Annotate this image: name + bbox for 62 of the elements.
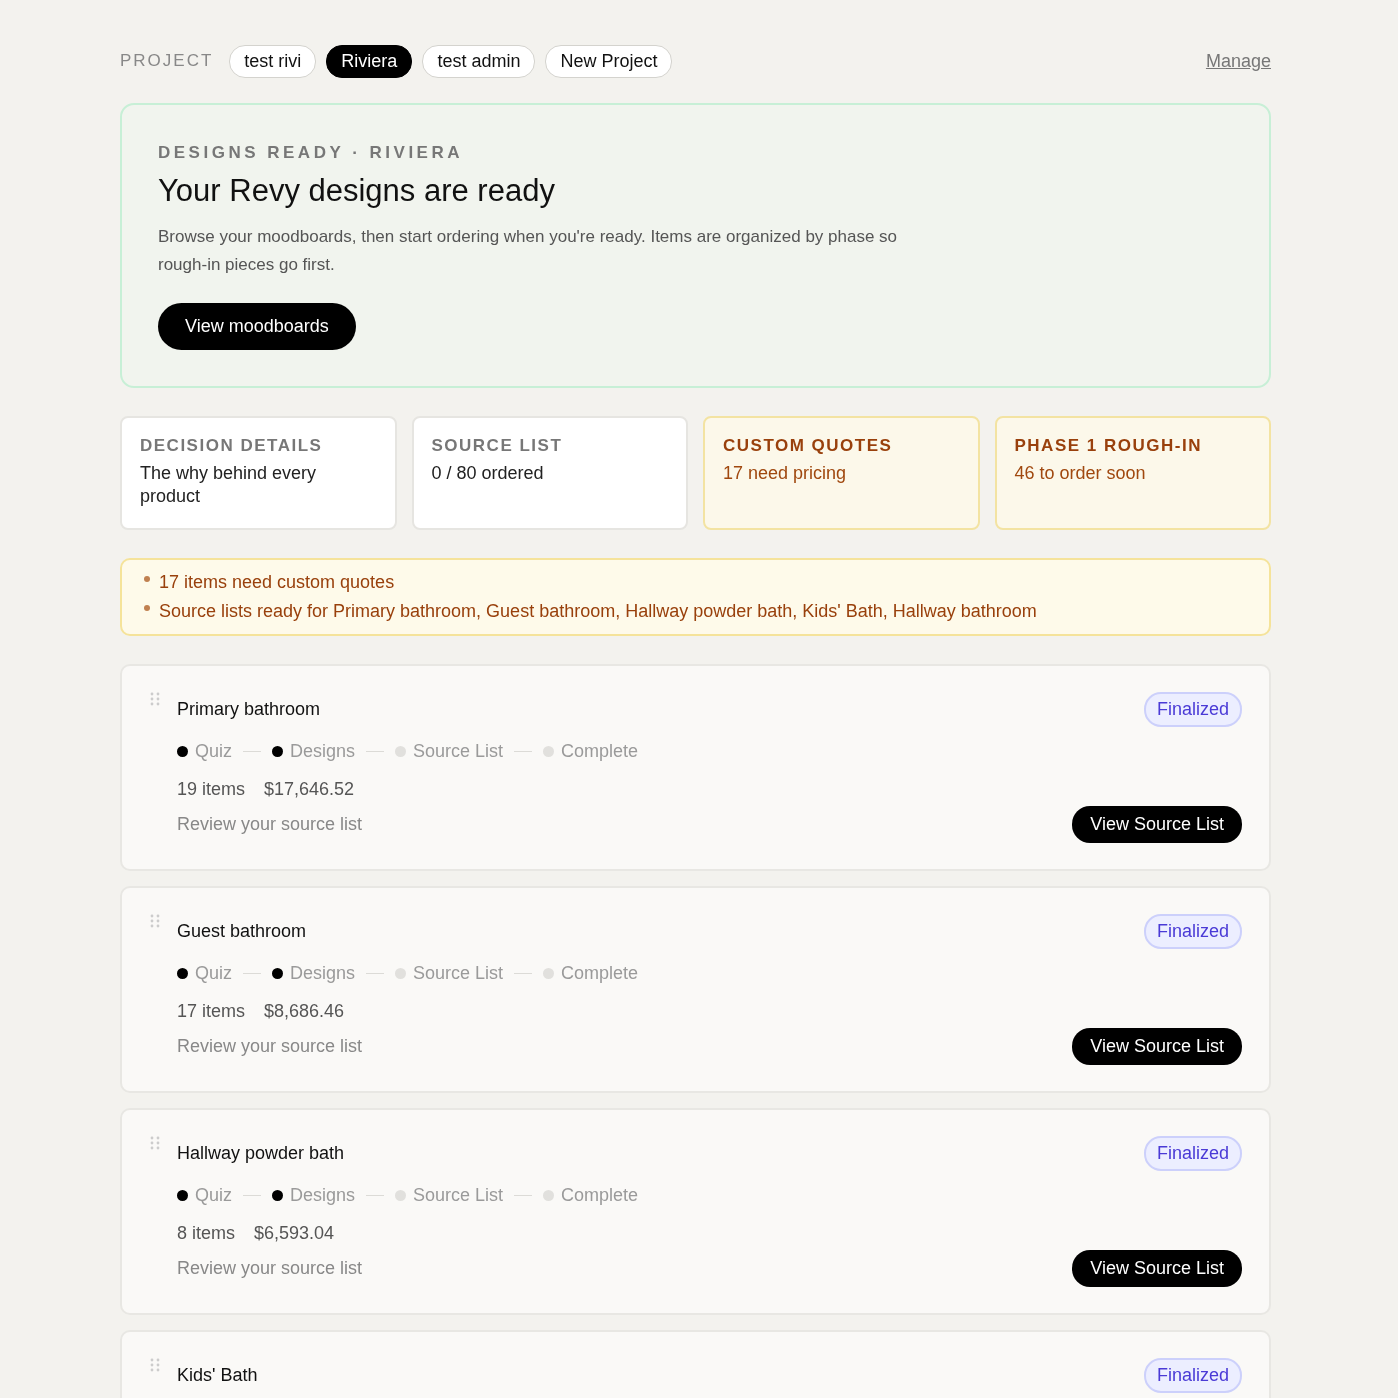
summary-tile[interactable]: DECISION DETAILS The why behind every product — [120, 416, 397, 530]
tile-text: The why behind every product — [140, 462, 318, 508]
tile-text: 17 need pricing — [723, 462, 848, 485]
room-hint: Review your source list — [177, 1258, 363, 1279]
manage-link[interactable]: Manage — [1205, 50, 1271, 72]
room-name: Guest bathroom — [177, 921, 307, 942]
room-hint: Review your source list — [177, 814, 363, 835]
summary-tile[interactable]: CUSTOM QUOTES 17 need pricing — [703, 416, 980, 530]
room-total: $6,593.04 — [254, 1223, 335, 1244]
step-label: Quiz — [195, 1185, 232, 1206]
step-label: Quiz — [195, 963, 232, 984]
tile-title: CUSTOM QUOTES — [723, 436, 894, 456]
drag-handle-icon[interactable] — [150, 1358, 160, 1372]
status-badge: Finalized — [1143, 1136, 1242, 1171]
item-count: 17 items — [177, 1001, 246, 1022]
view-moodboards-button[interactable]: View moodboards — [158, 303, 356, 350]
view-source-list-button[interactable]: View Source List — [1072, 1028, 1242, 1065]
bullet-icon — [144, 576, 150, 582]
tile-title: DECISION DETAILS — [140, 436, 324, 456]
room-name: Kids' Bath — [177, 1365, 258, 1386]
project-tab[interactable]: test rivi — [229, 44, 317, 78]
notice-text: 17 items need custom quotes — [159, 572, 395, 593]
project-tab[interactable]: New Project — [545, 44, 673, 78]
hero-title: Your Revy designs are ready — [158, 173, 555, 209]
drag-handle-icon[interactable] — [150, 914, 160, 928]
step-label: Designs — [290, 963, 356, 984]
step-label: Designs — [290, 741, 356, 762]
drag-handle-icon[interactable] — [150, 692, 160, 706]
hero-description: Browse your moodboards, then start ordering when you're ready. Items are organized by phase so rough-in pieces go first. — [158, 226, 899, 276]
step-label: Complete — [561, 963, 639, 984]
bullet-icon — [144, 605, 150, 611]
tile-text: 46 to order soon — [1014, 462, 1147, 485]
step-label: Source List — [413, 741, 504, 762]
status-badge: Finalized — [1143, 692, 1242, 727]
project-tab[interactable]: Riviera — [326, 44, 413, 78]
summary-tile[interactable]: PHASE 1 ROUGH-IN 46 to order soon — [994, 416, 1271, 530]
step-label: Quiz — [195, 741, 232, 762]
notice-text: Source lists ready for Primary bathroom, Guest bathroom, Hallway powder bath, Kids' Bath, Hallway bathroom — [159, 601, 1037, 622]
status-badge: Finalized — [1143, 1358, 1242, 1393]
item-count: 8 items — [177, 1223, 236, 1244]
step-label: Complete — [561, 1185, 639, 1206]
room-hint: Review your source list — [177, 1036, 363, 1057]
step-label: Source List — [413, 1185, 504, 1206]
summary-tile[interactable]: SOURCE LIST 0 / 80 ordered — [411, 416, 688, 530]
room-total: $8,686.46 — [264, 1001, 345, 1022]
item-count: 19 items — [177, 779, 246, 800]
status-badge: Finalized — [1143, 914, 1242, 949]
drag-handle-icon[interactable] — [150, 1136, 160, 1150]
step-label: Complete — [561, 741, 639, 762]
step-label: Source List — [413, 963, 504, 984]
tile-title: PHASE 1 ROUGH-IN — [1014, 436, 1203, 456]
project-label: PROJECT — [120, 51, 214, 71]
room-name: Primary bathroom — [177, 699, 321, 720]
view-source-list-button[interactable]: View Source List — [1072, 806, 1242, 843]
hero-eyebrow: DESIGNS READY · RIVIERA — [158, 143, 463, 163]
room-name: Hallway powder bath — [177, 1143, 345, 1164]
tile-text: 0 / 80 ordered — [431, 462, 545, 485]
step-label: Designs — [290, 1185, 356, 1206]
project-tab[interactable]: test admin — [422, 44, 536, 78]
room-total: $17,646.52 — [264, 779, 355, 800]
tile-title: SOURCE LIST — [431, 436, 564, 456]
view-source-list-button[interactable]: View Source List — [1072, 1250, 1242, 1287]
